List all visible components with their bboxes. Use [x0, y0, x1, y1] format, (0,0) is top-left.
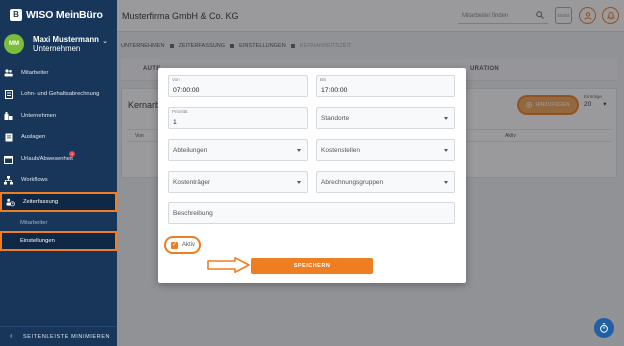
locations-select[interactable]: Standorte — [316, 107, 455, 129]
arrow-right-icon — [207, 257, 250, 273]
caret-down-icon — [444, 117, 448, 120]
sidebar-item-lohn[interactable]: Lohn- und Gehaltsabrechnung — [0, 85, 117, 103]
caret-down-icon — [297, 149, 301, 152]
save-button-label: SPEICHERN — [293, 263, 331, 269]
sidebar-subitem-einstellungen[interactable]: Einstellungen — [0, 231, 117, 251]
sidebar-item-urlaub[interactable]: Urlaub/Abwesenheit 1 — [0, 150, 117, 168]
sidebar-subitem-label: Mitarbeiter — [20, 220, 48, 226]
sidebar-item-unternehmen[interactable]: Unternehmen — [0, 107, 117, 125]
billing-groups-select[interactable]: Abrechnungsgruppen — [316, 171, 455, 193]
field-placeholder: Standorte — [321, 115, 350, 122]
sidebar-item-workflows[interactable]: Workflows — [0, 171, 117, 189]
collapse-label: SEITENLEISTE MINIMIEREN — [22, 333, 111, 340]
logo[interactable]: B WISO MeinBüro — [10, 8, 103, 22]
avatar: MM — [4, 34, 24, 54]
priority-field[interactable]: Priorität 1 — [168, 107, 308, 129]
people-icon — [4, 69, 13, 78]
user-name: Maxi Mustermann — [33, 34, 99, 44]
sidebar-item-label: Urlaub/Abwesenheit — [21, 156, 73, 162]
stopwatch-icon — [600, 323, 608, 333]
caret-down-icon — [444, 149, 448, 152]
field-label: Von — [172, 77, 180, 82]
sidebar-item-label: Lohn- und Gehaltsabrechnung — [21, 91, 100, 97]
workflow-icon — [4, 175, 13, 185]
receipt-icon — [4, 133, 13, 142]
sidebar-subitem-mitarbeiter[interactable]: Mitarbeiter — [0, 213, 117, 233]
logo-mark: B — [10, 9, 22, 21]
sidebar-item-mitarbeiter[interactable]: Mitarbeiter — [0, 64, 117, 82]
clock-person-icon — [6, 198, 15, 207]
user-menu[interactable]: MM Maxi Mustermann Unternehmen ⌄ — [4, 33, 116, 55]
sidebar-subitem-label: Einstellungen — [20, 238, 55, 244]
sidebar: B WISO MeinBüro MM Maxi Mustermann Unter… — [0, 0, 117, 346]
field-value: 07:00:00 — [173, 87, 200, 94]
sidebar-item-auslagen[interactable]: Auslagen — [0, 128, 117, 146]
user-role: Unternehmen — [33, 44, 81, 53]
from-time-field[interactable]: Von 07:00:00 — [168, 75, 308, 97]
payroll-icon — [4, 89, 13, 99]
departments-select[interactable]: Abteilungen — [168, 139, 308, 161]
sidebar-item-label: Mitarbeiter — [21, 70, 49, 76]
field-placeholder: Abrechnungsgruppen — [321, 179, 384, 186]
save-button[interactable]: SPEICHERN — [251, 258, 373, 274]
field-placeholder: Kostenstellen — [321, 147, 361, 154]
caret-down-icon — [444, 181, 448, 184]
notification-badge: 1 — [69, 151, 75, 157]
checkmark-icon: ✓ — [171, 241, 178, 249]
description-field[interactable]: Beschreibung — [168, 202, 455, 224]
timer-fab-button[interactable] — [594, 318, 614, 338]
active-checkbox[interactable]: ✓ Aktiv — [164, 236, 201, 254]
active-label: Aktiv — [182, 242, 196, 248]
logo-text: WISO MeinBüro — [26, 9, 103, 21]
collapse-sidebar-button[interactable]: ‹ SEITENLEISTE MINIMIEREN — [0, 326, 117, 346]
field-value: 17:00:00 — [321, 87, 348, 94]
cost-units-select[interactable]: Kostenträger — [168, 171, 308, 193]
field-label: Priorität — [172, 109, 188, 114]
cost-centers-select[interactable]: Kostenstellen — [316, 139, 455, 161]
building-icon — [4, 112, 13, 121]
field-placeholder: Abteilungen — [173, 147, 208, 154]
field-value: 1 — [173, 119, 177, 126]
sidebar-item-label: Unternehmen — [21, 113, 57, 119]
sidebar-item-label: Auslagen — [21, 134, 46, 140]
field-label: Bis — [320, 77, 327, 82]
chevron-left-icon: ‹ — [10, 333, 13, 340]
sidebar-item-label: Workflows — [21, 177, 48, 183]
calendar-icon — [4, 155, 13, 164]
to-time-field[interactable]: Bis 17:00:00 — [316, 75, 455, 97]
sidebar-item-zeiterfassung[interactable]: Zeiterfassung — [0, 192, 117, 212]
chevron-down-icon[interactable]: ⌄ — [102, 37, 108, 45]
caret-down-icon — [297, 181, 301, 184]
field-placeholder: Kostenträger — [173, 179, 211, 186]
field-placeholder: Beschreibung — [173, 210, 213, 217]
sidebar-item-label: Zeiterfassung — [23, 199, 59, 205]
